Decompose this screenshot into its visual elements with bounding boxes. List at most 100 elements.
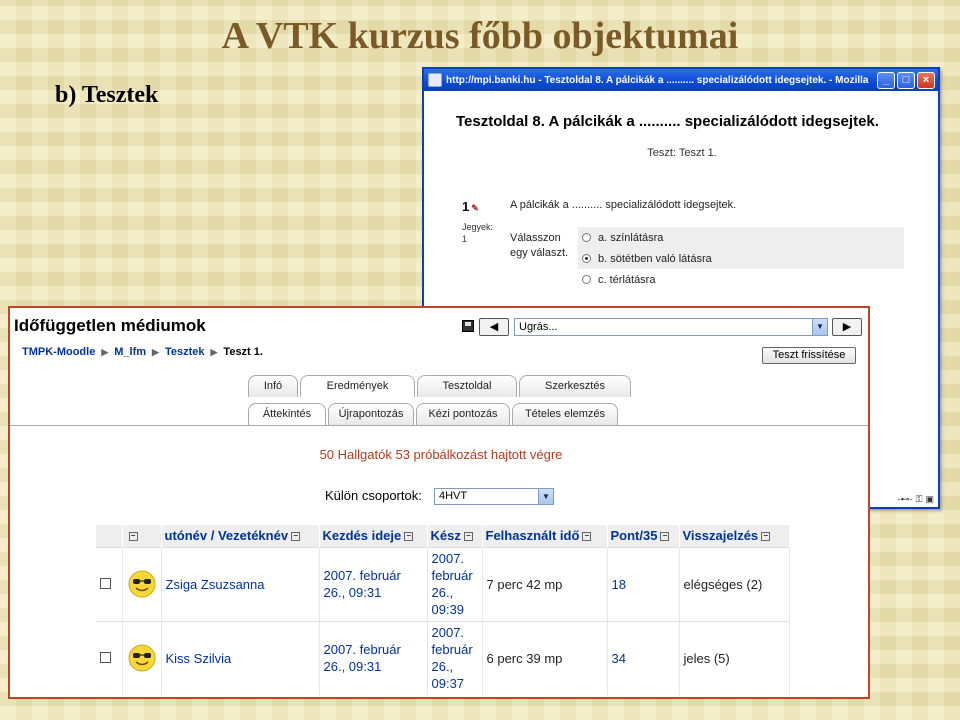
done-time-cell: 2007. február 26., 09:37 [427,620,483,695]
column-header-done[interactable]: Kész − [427,525,483,547]
attempts-summary: 50 Hallgatók 53 próbálkozást hajtott vég… [319,447,563,462]
maximize-button[interactable]: □ [897,71,915,89]
table-row: Zsiga Zsuzsanna 2007. február 26., 09:31… [96,546,790,621]
radio-button-selected[interactable] [582,254,591,263]
collapse-icon[interactable]: − [582,532,592,542]
moodle-quiz-report: Időfüggetlen médiumok ◀ Ugrás... ▼ ▶ TMP… [8,306,870,699]
column-header-label[interactable]: Kész [431,528,461,543]
question-number-label: 1 [462,199,470,214]
start-time-link[interactable]: 2007. február 26., 09:31 [324,642,401,674]
done-time-cell: 2007. február 26., 09:39 [427,546,483,621]
group-select-value: 4HVT [439,490,468,502]
group-select[interactable]: 4HVT ▼ [434,488,554,505]
done-time-link[interactable]: 2007. február 26., 09:37 [432,625,473,691]
row-checkbox[interactable] [100,577,111,589]
tab-edit[interactable]: Szerkesztés [519,375,631,397]
column-header-label[interactable]: Visszajelzés [683,528,759,543]
column-header-time[interactable]: Felhasznált idő − [482,525,608,547]
answer-option[interactable]: c. térlátásra [578,269,904,290]
avatar[interactable] [127,569,157,599]
answer-option[interactable]: a. színlátásra [578,227,904,248]
question-text: A pálcikák a .......... specializálódott… [510,199,737,211]
collapse-icon[interactable]: − [761,532,771,542]
avatar-cell [122,546,162,621]
course-title: Időfüggetlen médiumok [14,316,206,335]
collapse-icon[interactable]: − [463,532,473,542]
question-number: 1 ✎ [462,199,479,214]
feedback-text: jeles (5) [683,650,730,666]
breadcrumb-item[interactable]: Tesztek [165,346,205,358]
lock-icon: ▣ [925,493,934,504]
chevron-down-icon[interactable]: ▼ [538,489,553,504]
answer-option[interactable]: b. sötétben való látásra [578,248,904,269]
score-link[interactable]: 18 [612,577,626,592]
time-used: 7 perc 42 mp [486,576,563,592]
column-header-label[interactable]: Pont/35 [611,528,658,543]
group-label: Külön csoportok: [325,488,422,503]
radio-button[interactable] [582,233,591,242]
radio-button[interactable] [582,275,591,284]
collapse-icon[interactable]: − [660,532,670,542]
column-header-name[interactable]: utónév / Vezetéknév − [161,525,320,547]
collapse-icon[interactable]: − [404,532,414,542]
column-header-feedback[interactable]: Visszajelzés − [679,525,790,547]
question-box: 1 ✎ Jegyek: 1 A pálcikák a .......... spe… [456,193,906,293]
column-header-label[interactable]: utónév / Vezetéknév [165,528,289,543]
prev-button[interactable]: ◀ [479,318,509,336]
breadcrumb-item[interactable]: TMPK-Moodle [22,346,95,358]
tabs-secondary: Áttekintés Újrapontozás Kézi pontozás Té… [248,403,620,425]
chevron-down-icon[interactable]: ▼ [812,319,827,335]
breadcrumb-separator-icon: ▶ [101,346,109,357]
tab-info[interactable]: Infó [248,375,298,397]
tab-quiz-page[interactable]: Tesztoldal [417,375,517,397]
answer-option-label: c. térlátásra [598,273,656,286]
table-header-row: − utónév / Vezetéknév − Kezdés ideje − Kés… [96,525,790,547]
table-row: Kiss Szilvia 2007. február 26., 09:31 20… [96,620,790,695]
window-titlebar[interactable]: http://mpi.banki.hu - Tesztoldal 8. A pá… [424,69,938,91]
time-used-cell: 7 perc 42 mp [482,546,608,621]
tabs-primary: Infó Eredmények Tesztoldal Szerkesztés [248,375,633,397]
row-select-cell [96,620,123,695]
student-name-cell: Zsiga Zsuzsanna [161,546,320,621]
status-bar-icons: -⊷- ⚿ ▣ [868,491,938,507]
grade-label: Jegyek: [462,222,494,232]
tab-overview[interactable]: Áttekintés [248,403,326,425]
avatar[interactable] [127,643,157,673]
column-header-label[interactable]: Kezdés ideje [323,528,402,543]
column-header-label[interactable]: Felhasznált idő [486,528,580,543]
student-name-link[interactable]: Kiss Szilvia [166,651,232,666]
update-quiz-button[interactable]: Teszt frissítése [762,347,856,364]
save-icon[interactable] [462,320,474,332]
feedback-text: elégséges (2) [683,576,763,592]
start-time-link[interactable]: 2007. február 26., 09:31 [324,568,401,600]
tab-item-analysis[interactable]: Tételes elemzés [512,403,618,425]
feedback-cell: elégséges (2) [679,546,790,621]
column-header-score[interactable]: Pont/35− [607,525,680,547]
score-link[interactable]: 34 [612,651,626,666]
row-checkbox[interactable] [100,651,111,663]
jump-select[interactable]: Ugrás... ▼ [514,318,828,336]
close-button[interactable]: × [917,71,935,89]
minimize-button[interactable]: _ [877,71,895,89]
collapse-icon[interactable]: − [128,532,138,542]
grade-value: 1 [462,234,468,244]
start-time-cell: 2007. február 26., 09:31 [319,620,428,695]
collapse-icon[interactable]: − [291,532,301,542]
done-time-link[interactable]: 2007. február 26., 09:39 [432,551,473,617]
feedback-cell: jeles (5) [679,620,790,695]
next-button[interactable]: ▶ [832,318,862,336]
column-header-start[interactable]: Kezdés ideje − [319,525,428,547]
tab-regrade[interactable]: Újrapontozás [328,403,414,425]
tab-results[interactable]: Eredmények [300,375,415,397]
edit-icon[interactable]: ✎ [471,203,479,213]
browser-icon [428,73,442,87]
tab-manual-grading[interactable]: Kézi pontozás [416,403,510,425]
window-title: http://mpi.banki.hu - Tesztoldal 8. A pá… [446,74,869,86]
avatar-cell [122,620,162,695]
time-used: 6 perc 39 mp [486,650,563,666]
student-name-link[interactable]: Zsiga Zsuzsanna [166,577,265,592]
jump-select-value: Ugrás... [519,321,558,333]
score-cell: 34 [607,620,680,695]
answer-option-label: a. színlátásra [598,231,664,244]
breadcrumb-item[interactable]: M_lfm [114,346,146,358]
